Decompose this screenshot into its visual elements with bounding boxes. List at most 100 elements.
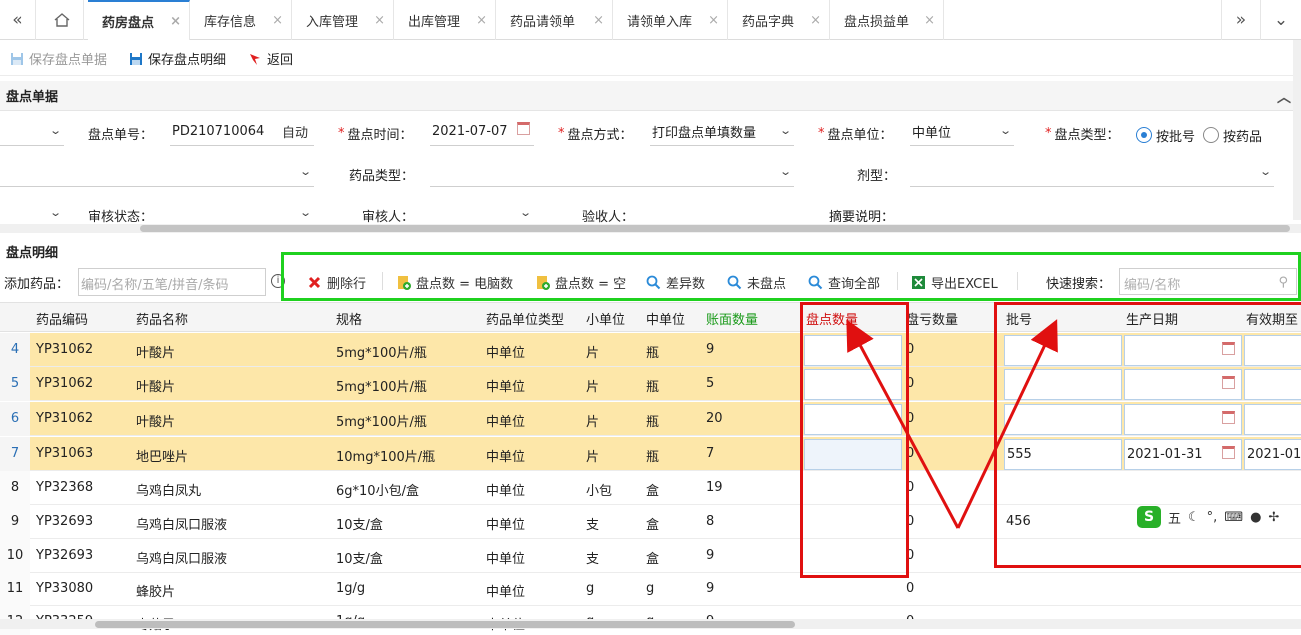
doc-section-title: 盘点单据 — [6, 90, 59, 105]
form-scrollbar[interactable] — [0, 224, 1301, 233]
add-drug-input[interactable]: 编码/名称/五笔/拼音/条码 — [78, 268, 266, 296]
row-number: 5 — [0, 367, 30, 401]
tab-4[interactable]: 出库管理 × — [394, 0, 496, 40]
table-row[interactable]: 11 YP33080 蜂胶片 1g/g 中单位 g g 9 0 — [0, 572, 1301, 606]
calendar-icon[interactable] — [1222, 376, 1235, 389]
exp-date-input[interactable]: 2021-01 — [1244, 439, 1301, 470]
table-row[interactable]: 7 YP31063 地巴唑片 10mg*100片/瓶 中单位 片 瓶 7 555 2021-01-… — [0, 437, 1301, 471]
doc-section-header[interactable]: 盘点单据 ︿ — [0, 81, 1301, 111]
cell-unit_type: 中单位 — [486, 450, 526, 465]
method-value: 打印盘点单填数量 — [652, 126, 757, 141]
cell-spec: 10支/盒 — [336, 518, 383, 533]
punctuation-icon: °, — [1206, 509, 1218, 525]
row-number: 6 — [0, 402, 30, 436]
check-qty-input[interactable] — [804, 404, 902, 435]
batch-value: 555 — [1007, 447, 1032, 462]
close-icon[interactable]: × — [374, 13, 385, 28]
table-row[interactable]: 6 YP31062 叶酸片 5mg*100片/瓶 中单位 片 瓶 20 0 — [0, 402, 1301, 436]
radio-by-drug[interactable] — [1203, 127, 1220, 143]
close-icon[interactable]: × — [924, 13, 935, 28]
cell-spec: 1g/g — [336, 581, 366, 596]
mfg-date-input[interactable] — [1124, 369, 1242, 400]
back-button[interactable]: 返回 — [248, 49, 293, 68]
tab-2[interactable]: 库存信息 × — [190, 0, 292, 40]
table-row[interactable]: 9 YP32693 乌鸡白凤口服液 10支/盒 中单位 支 盒 8 456 0 — [0, 505, 1301, 539]
collapse-icon[interactable]: ︿ — [1277, 87, 1291, 107]
toolbar: 保存盘点单据 保存盘点明细 返回 — [0, 42, 1301, 76]
calendar-icon[interactable] — [1222, 342, 1235, 355]
home-icon[interactable] — [40, 0, 84, 40]
doc-no-field[interactable]: PD210710064 自动 — [170, 118, 314, 146]
close-icon[interactable]: × — [476, 13, 487, 28]
mfg-date-input[interactable] — [1124, 404, 1242, 435]
tab-5[interactable]: 药品请领单 × — [496, 0, 613, 40]
calendar-icon[interactable] — [1222, 446, 1235, 459]
cell-unit_type: 中单位 — [486, 380, 526, 395]
tab-8[interactable]: 盘点损益单 × — [830, 0, 944, 40]
doc-no-hint: 自动 — [281, 126, 308, 141]
mfg-date-input[interactable] — [1124, 335, 1242, 366]
close-icon[interactable]: × — [170, 14, 181, 29]
batch-input[interactable] — [1004, 404, 1122, 435]
tab-7[interactable]: 药品字典 × — [728, 0, 830, 40]
chevron-down-icon[interactable]: ⌄ — [1261, 0, 1301, 40]
exp-date-input[interactable] — [1244, 404, 1301, 435]
table-row[interactable]: 4 YP31062 叶酸片 5mg*100片/瓶 中单位 片 瓶 9 0 — [0, 333, 1301, 367]
unit-select[interactable]: 中单位 ⌄ — [910, 118, 1014, 146]
scroll-right-icon[interactable]: » — [1221, 0, 1261, 40]
cell-unit_type: 中单位 — [486, 552, 526, 567]
save-detail-label: 保存盘点明细 — [148, 53, 227, 68]
save-detail-button[interactable]: 保存盘点明细 — [129, 49, 226, 68]
dosage-select[interactable]: ⌄ — [910, 159, 1274, 187]
table-hscrollbar[interactable] — [0, 619, 1301, 629]
cell-spec: 10支/盒 — [336, 552, 383, 567]
scroll-left-icon[interactable]: « — [0, 0, 36, 40]
save-doc-button[interactable]: 保存盘点单据 — [10, 49, 107, 68]
check-qty-input[interactable] — [804, 369, 902, 400]
cell-mid: 盒 — [646, 552, 660, 567]
calendar-icon[interactable] — [517, 122, 530, 135]
check-qty-input[interactable] — [804, 335, 902, 366]
cell-batch: 456 — [1006, 514, 1031, 529]
tab-label: 药品请领单 — [510, 14, 576, 30]
check-qty-input[interactable] — [804, 439, 902, 470]
cell-pl-qty: 0 — [906, 342, 915, 357]
exp-date-input[interactable] — [1244, 335, 1301, 366]
batch-input[interactable] — [1004, 335, 1122, 366]
cell-pl-qty: 0 — [906, 480, 915, 495]
calendar-icon[interactable] — [1222, 411, 1235, 424]
table-row[interactable]: 8 YP32368 乌鸡白凤丸 6g*10小包/盒 中单位 小包 盒 19 0 — [0, 471, 1301, 505]
cell-small: 片 — [586, 380, 600, 395]
method-select[interactable]: 打印盘点单填数量 ⌄ — [650, 118, 794, 146]
time-field[interactable]: 2021-07-07 — [430, 118, 534, 146]
table-row[interactable]: 5 YP31062 叶酸片 5mg*100片/瓶 中单位 片 瓶 5 0 — [0, 367, 1301, 401]
blank-select[interactable]: ⌄ — [0, 159, 314, 187]
close-icon[interactable]: × — [593, 13, 604, 28]
chevron-down-icon: ⌄ — [48, 206, 62, 219]
close-icon[interactable]: × — [810, 13, 821, 28]
mfg-date-value: 2021-01-31 — [1127, 447, 1203, 462]
radio-by-batch[interactable] — [1136, 127, 1152, 143]
exp-date-input[interactable] — [1244, 369, 1301, 400]
tab-1[interactable]: 药房盘点 × — [88, 0, 190, 40]
radio-by-drug-label: 按药品 — [1223, 129, 1263, 145]
close-icon[interactable]: × — [272, 13, 283, 28]
cell-name: 叶酸片 — [136, 415, 176, 430]
page-vscrollbar[interactable] — [1293, 40, 1301, 220]
unknown-select[interactable]: ⌄ — [0, 118, 64, 146]
table-row[interactable]: 10 YP32693 乌鸡白凤口服液 10支/盒 中单位 支 盒 9 0 — [0, 539, 1301, 573]
batch-input[interactable] — [1004, 369, 1122, 400]
mfg-date-input[interactable]: 2021-01-31 — [1124, 439, 1242, 470]
tab-6[interactable]: 请领单入库 × — [613, 0, 728, 40]
th-name: 药品名称 — [136, 313, 189, 328]
ime-toolbar[interactable]: S 五 ☾ °, ⌨ ● ✢ — [1137, 504, 1297, 530]
batch-input[interactable]: 555 — [1004, 439, 1122, 470]
cell-spec: 6g*10小包/盒 — [336, 484, 419, 499]
close-icon[interactable]: × — [708, 13, 719, 28]
drug-type-select[interactable]: ⌄ — [430, 159, 794, 187]
tab-3[interactable]: 入库管理 × — [292, 0, 394, 40]
cell-small: 小包 — [586, 484, 613, 499]
ime-logo: S — [1137, 506, 1161, 528]
cell-unit_type: 中单位 — [486, 518, 526, 533]
chevron-down-icon: ⌄ — [1258, 165, 1272, 178]
